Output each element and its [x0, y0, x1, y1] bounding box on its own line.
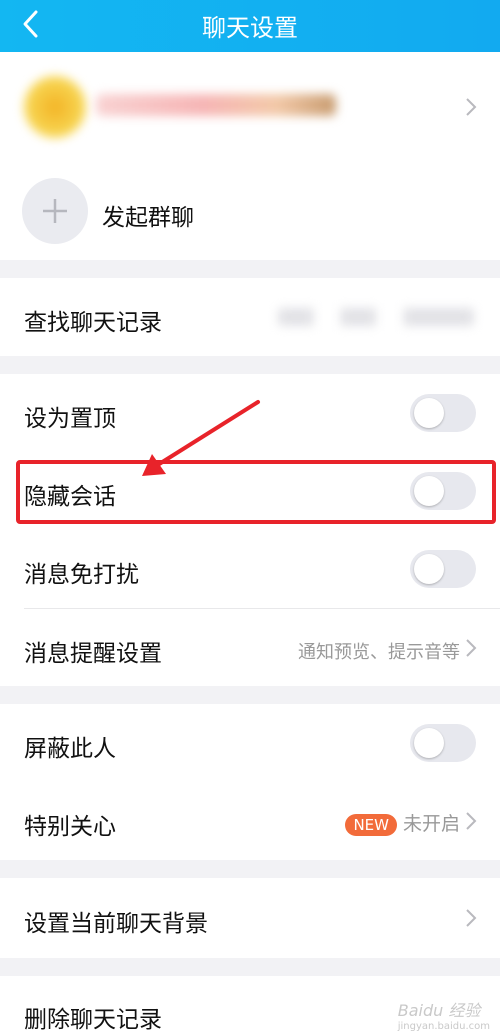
annotation-arrow-icon	[142, 400, 260, 476]
watermark: Baidu 经验 jingyan.baidu.com	[398, 997, 490, 1032]
watermark-url: jingyan.baidu.com	[397, 1021, 490, 1032]
watermark-text: Baidu 经验	[397, 1001, 481, 1020]
